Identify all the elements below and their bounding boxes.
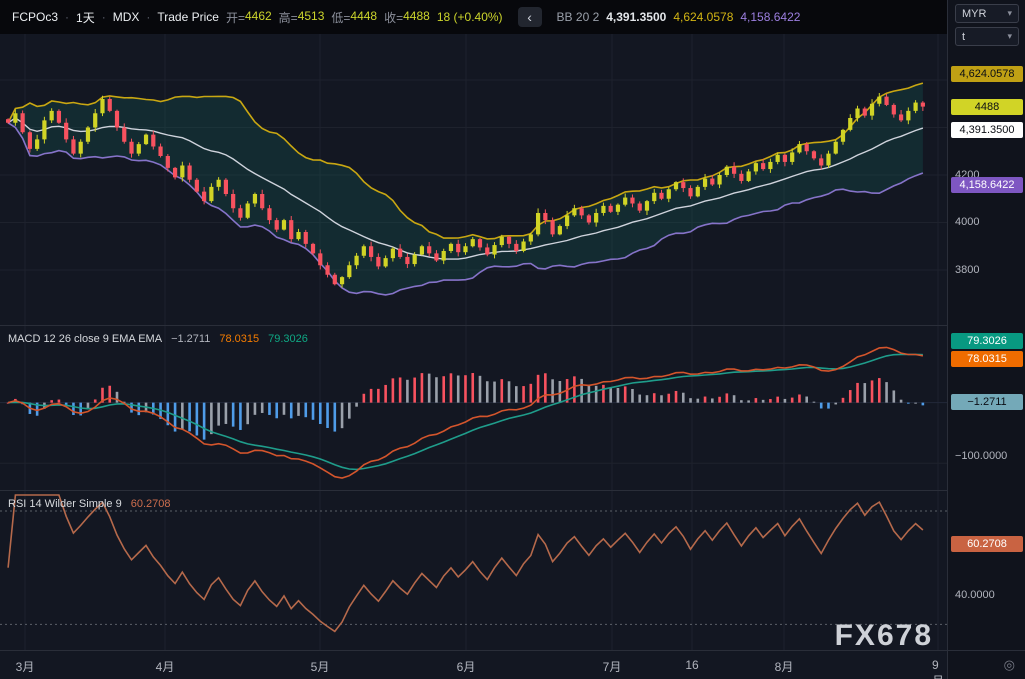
watermark: FX678 <box>835 619 933 653</box>
macd-chart-canvas[interactable] <box>0 326 947 491</box>
rsi-title[interactable]: RSI 14 Wilder Simple 9 <box>8 498 122 510</box>
rsi-chart-canvas[interactable] <box>0 491 947 651</box>
separator: · <box>65 10 69 24</box>
high-value: 4513 <box>298 9 325 26</box>
price-panel[interactable] <box>0 34 947 325</box>
separator: · <box>146 10 150 24</box>
bb-upper-value: 4,624.0578 <box>673 10 733 24</box>
interval-selector[interactable]: 1天 <box>76 9 95 26</box>
macd-hist-badge: −1.2711 <box>951 394 1023 410</box>
unit-selector[interactable]: t ▾ <box>955 27 1019 46</box>
bb-lower-badge: 4,158.6422 <box>951 177 1023 193</box>
open-value: 4462 <box>245 9 272 26</box>
rsi-panel[interactable]: RSI 14 Wilder Simple 9 60.2708 FX678 <box>0 490 947 650</box>
low-label: 低= <box>331 9 350 26</box>
rsi-tick: 40.0000 <box>955 589 995 601</box>
bb-upper-badge: 4,624.0578 <box>951 66 1023 82</box>
last-price-badge: 4488 <box>951 99 1023 115</box>
unit-value: t <box>962 31 965 43</box>
price-tick: 3800 <box>955 264 979 276</box>
close-label: 收= <box>384 9 403 26</box>
rsi-value: 60.2708 <box>131 498 171 510</box>
macd-header: MACD 12 26 close 9 EMA EMA −1.2711 78.03… <box>8 333 308 345</box>
chart-header: FCPOc3 · 1天 · MDX · Trade Price 开= 4462 … <box>0 0 947 34</box>
time-axis-label: 6月 <box>457 658 476 675</box>
time-axis-label: 8月 <box>775 658 794 675</box>
chevron-down-icon: ▾ <box>1007 31 1012 42</box>
ohlc-high: 高= 4513 <box>279 9 325 26</box>
price-scale-axis[interactable]: MYR ▾ t ▾ 4,624.0578 4488 4,391.3500 420… <box>947 0 1025 650</box>
time-axis-label: 5月 <box>311 658 330 675</box>
time-axis-label: 4月 <box>156 658 175 675</box>
close-value: 4488 <box>403 9 430 26</box>
rsi-header: RSI 14 Wilder Simple 9 60.2708 <box>8 498 170 510</box>
exchange-label: MDX <box>113 10 140 24</box>
time-axis-corner: ◎ <box>947 650 1025 679</box>
ohlc-close: 收= 4488 <box>384 9 430 26</box>
chevron-down-icon: ▾ <box>1007 8 1012 19</box>
trading-chart-app: FCPOc3 · 1天 · MDX · Trade Price 开= 4462 … <box>0 0 1025 679</box>
price-type-label: Trade Price <box>157 10 219 24</box>
time-axis[interactable]: 3月 4月 5月 6月 7月 16 8月 9月 <box>0 650 947 679</box>
bb-indicator-label[interactable]: BB 20 2 <box>557 10 600 24</box>
macd-hist-value: −1.2711 <box>171 333 210 345</box>
bb-lower-value: 4,158.6422 <box>740 10 800 24</box>
macd-line-badge: 78.0315 <box>951 351 1023 367</box>
currency-value: MYR <box>962 8 986 20</box>
rsi-badge: 60.2708 <box>951 536 1023 552</box>
target-icon[interactable]: ◎ <box>1004 657 1015 673</box>
ohlc-open: 开= 4462 <box>226 9 272 26</box>
change-value: 18 (+0.40%) <box>437 10 503 24</box>
macd-signal-badge: 79.3026 <box>951 333 1023 349</box>
time-axis-label: 16 <box>685 658 698 672</box>
macd-signal-value: 79.3026 <box>268 333 308 345</box>
collapse-left-icon[interactable]: ‹ <box>518 7 542 27</box>
macd-line-value: 78.0315 <box>219 333 259 345</box>
price-chart-canvas[interactable] <box>0 34 947 325</box>
currency-selector[interactable]: MYR ▾ <box>955 4 1019 23</box>
macd-tick: −100.0000 <box>955 450 1007 462</box>
macd-title[interactable]: MACD 12 26 close 9 EMA EMA <box>8 333 162 345</box>
macd-panel[interactable]: MACD 12 26 close 9 EMA EMA −1.2711 78.03… <box>0 325 947 490</box>
bb-middle-badge: 4,391.3500 <box>951 122 1023 138</box>
time-axis-label: 9月 <box>932 658 944 679</box>
high-label: 高= <box>279 9 298 26</box>
low-value: 4448 <box>350 9 377 26</box>
time-axis-label: 3月 <box>16 658 35 675</box>
open-label: 开= <box>226 9 245 26</box>
time-axis-label: 7月 <box>603 658 622 675</box>
price-tick: 4000 <box>955 216 979 228</box>
ohlc-low: 低= 4448 <box>331 9 377 26</box>
separator: · <box>102 10 106 24</box>
bb-middle-value: 4,391.3500 <box>606 10 666 24</box>
symbol-name[interactable]: FCPOc3 <box>12 10 58 24</box>
